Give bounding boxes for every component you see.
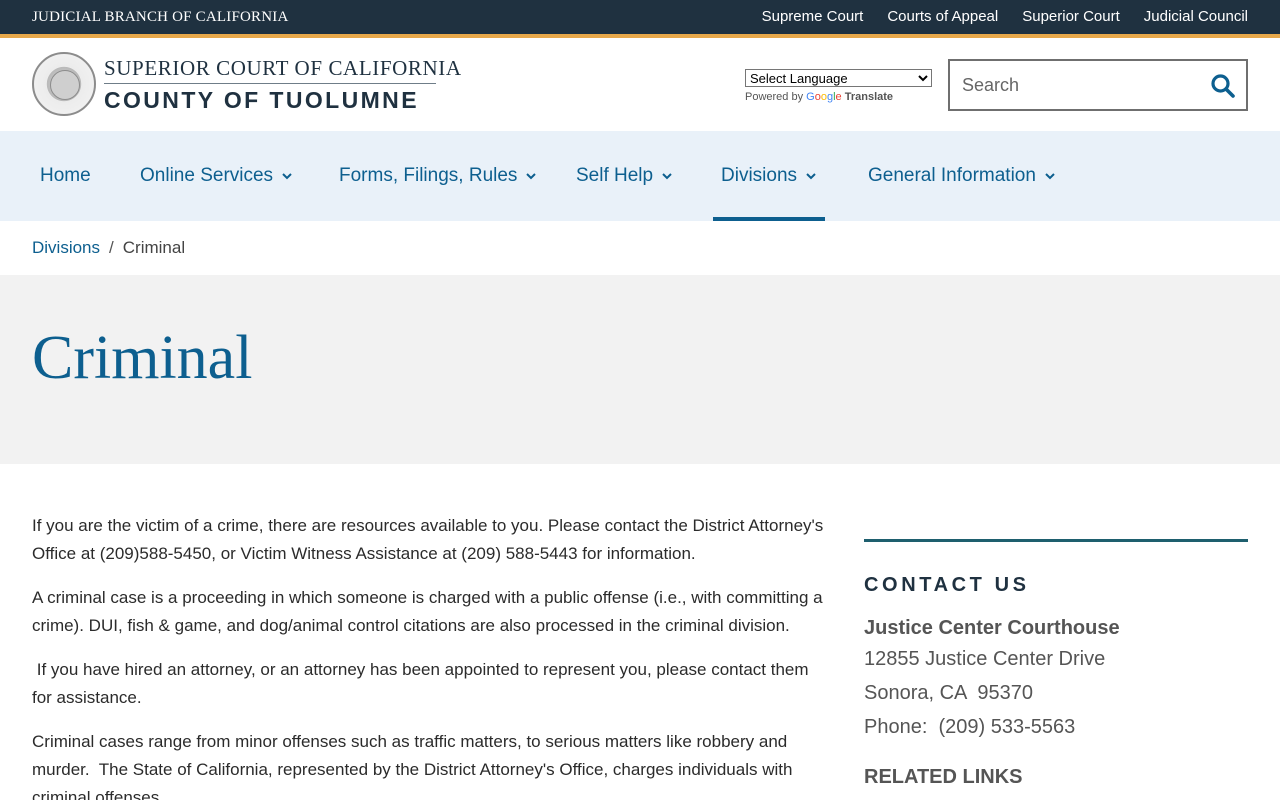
nav-item-forms-filings-rules[interactable]: Forms, Filings, Rules [339, 131, 537, 221]
top-bar: JUDICIAL BRANCH OF CALIFORNIA Supreme Co… [0, 0, 1280, 36]
nav-item-general-information[interactable]: General Information [868, 131, 1056, 221]
content-paragraph-attorney: If you have hired an attorney, or an att… [32, 660, 814, 707]
top-link-judicial-council[interactable]: Judicial Council [1144, 8, 1248, 25]
nav-label-home: Home [40, 165, 91, 186]
page-title: Criminal [32, 324, 253, 392]
address-city-zip: Sonora, CA 95370 [864, 682, 1034, 704]
language-select[interactable]: Select Language [745, 69, 932, 87]
search-box [948, 59, 1248, 111]
top-link-courts-of-appeal[interactable]: Courts of Appeal [887, 8, 998, 25]
google-logo-text: Google [806, 91, 842, 103]
content-paragraph-criminal-case-definition: A criminal case is a proceeding in which… [32, 588, 823, 635]
translate-link[interactable]: Translate [845, 91, 893, 103]
courthouse-phone[interactable]: Phone: (209) 533-5563 [864, 710, 1248, 744]
breadcrumb: Divisions / Criminal [32, 238, 185, 258]
chevron-down-icon [806, 173, 816, 180]
sidebar-divider [864, 539, 1248, 542]
nav-item-home[interactable]: Home [40, 131, 91, 221]
top-link-superior-court[interactable]: Superior Court [1022, 8, 1120, 25]
nav-label-self-help: Self Help [576, 165, 654, 186]
content-paragraph-victim-resources: If you are the victim of a crime, there … [32, 516, 824, 563]
chevron-down-icon [662, 173, 672, 180]
breadcrumb-separator: / [109, 238, 114, 257]
nav-item-divisions[interactable]: Divisions [712, 131, 826, 221]
top-link-supreme-court[interactable]: Supreme Court [762, 8, 864, 25]
court-seal-logo[interactable] [32, 52, 96, 116]
nav-label-forms-filings-rules: Forms, Filings, Rules [339, 165, 518, 186]
chevron-down-icon [526, 173, 537, 180]
content-paragraph-case-range: Criminal cases range from minor offenses… [32, 732, 798, 800]
logo-divider [104, 83, 436, 84]
language-selector: Select Language Powered by Google Transl… [745, 69, 932, 103]
nav-item-self-help[interactable]: Self Help [576, 131, 673, 221]
sidebar: CONTACT US Justice Center Courthouse 128… [864, 539, 1248, 789]
powered-by-google-translate: Powered by Google Translate [745, 91, 932, 103]
search-input[interactable] [962, 73, 1202, 97]
related-links-heading: RELATED LINKS [864, 766, 1023, 788]
nav-label-general-information: General Information [868, 165, 1036, 186]
nav-label-online-services: Online Services [140, 165, 274, 186]
logo-county-name[interactable]: COUNTY OF TUOLUMNE [104, 87, 419, 114]
main-content: If you are the victim of a crime, there … [32, 512, 824, 800]
top-links: Supreme Court Courts of Appeal Superior … [762, 8, 1248, 25]
main-nav: Home Online Services Forms, Filings, Rul… [0, 131, 1280, 221]
address-street: 12855 Justice Center Drive [864, 648, 1106, 670]
breadcrumb-current: Criminal [122, 238, 186, 257]
chevron-down-icon [282, 173, 292, 180]
courthouse-name: Justice Center Courthouse [864, 617, 1120, 639]
powered-by-text: Powered by [745, 91, 804, 103]
judicial-branch-brand[interactable]: JUDICIAL BRANCH OF CALIFORNIA [32, 9, 289, 26]
search-icon[interactable] [1210, 73, 1236, 99]
breadcrumb-divisions-link[interactable]: Divisions [32, 238, 100, 257]
contact-us-heading: CONTACT US [864, 574, 1030, 596]
logo-court-name[interactable]: SUPERIOR COURT OF CALIFORNIA [104, 56, 462, 81]
page-hero: Criminal [0, 275, 1280, 464]
chevron-down-icon [1045, 173, 1055, 180]
nav-item-online-services[interactable]: Online Services [140, 131, 293, 221]
nav-label-divisions: Divisions [721, 165, 798, 186]
site-header: SUPERIOR COURT OF CALIFORNIA COUNTY OF T… [0, 38, 1280, 131]
